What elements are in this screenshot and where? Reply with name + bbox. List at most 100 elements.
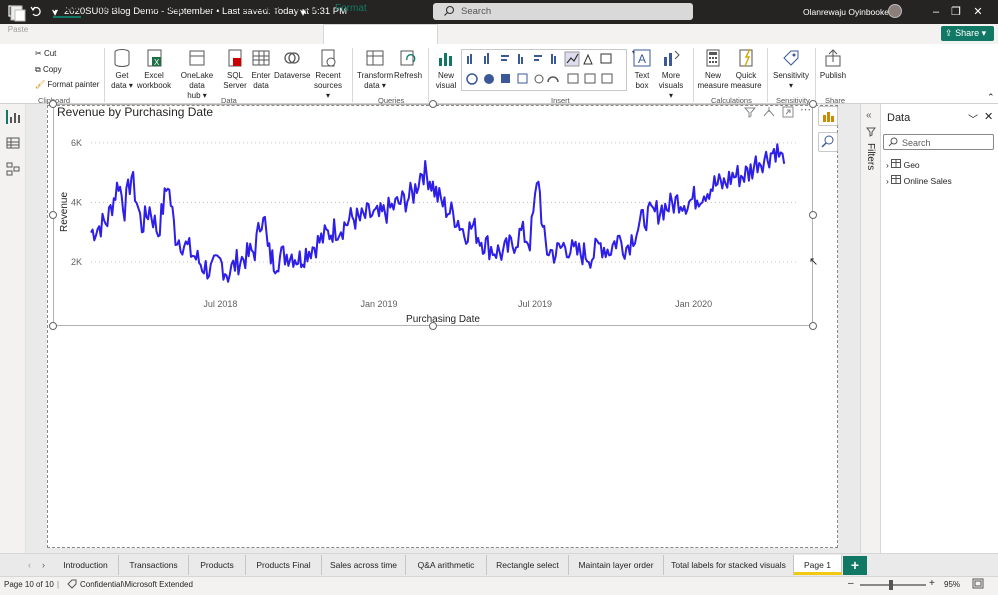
format-visual-button[interactable] (818, 106, 838, 126)
y-tick-label: 2K (71, 257, 82, 267)
visualization-gallery[interactable] (461, 49, 627, 91)
add-page-button[interactable]: + (843, 556, 867, 575)
page-tab[interactable]: Sales across time (322, 555, 406, 575)
close-icon[interactable]: ✕ (984, 110, 993, 123)
page-tab[interactable]: Products (189, 555, 246, 575)
refresh-icon (400, 50, 416, 66)
tab-insert[interactable]: Insert (97, 3, 122, 14)
table-view-icon[interactable] (6, 136, 20, 150)
drill-icon[interactable] (763, 106, 775, 120)
resize-handle-top-left[interactable] (49, 100, 57, 108)
search-placeholder: Search (461, 6, 492, 17)
resize-handle-top[interactable] (429, 100, 437, 108)
ribbon-separator (428, 48, 429, 102)
cut-button[interactable]: ✂ Cut (35, 49, 56, 58)
tab-modeling[interactable]: Modeling (141, 3, 182, 14)
page-tab[interactable]: Rectangle select (487, 555, 569, 575)
transform-data-button[interactable]: Transform data ▾ (357, 48, 393, 91)
page-tab[interactable]: Transactions (119, 555, 189, 575)
transform-icon (366, 50, 384, 66)
title-search-input[interactable]: Search (433, 3, 693, 20)
tab-view[interactable]: View (200, 3, 222, 14)
fit-to-page-icon[interactable] (972, 578, 984, 591)
report-view-icon[interactable] (6, 110, 20, 124)
chevron-down-icon[interactable]: ﹀ (968, 111, 978, 126)
table-online-sales[interactable]: › Online Sales (886, 175, 952, 186)
collapse-filters-icon[interactable]: « (866, 110, 872, 121)
zoom-out-icon[interactable]: – (848, 578, 854, 589)
format-painter-button[interactable]: 🖌 Format painter (35, 80, 99, 89)
recent-sources-button[interactable]: Recent sources ▾ (311, 48, 345, 101)
close-icon[interactable]: ✕ (970, 4, 986, 20)
filter-icon[interactable] (743, 106, 757, 120)
page-tab-active[interactable]: Page 1 (794, 555, 842, 575)
more-visuals-button[interactable]: More visuals ▾ (656, 48, 686, 101)
restore-icon[interactable]: ❐ (948, 4, 964, 20)
share-button[interactable]: ⇪ Share ▾ (941, 26, 994, 41)
sensitivity-status[interactable]: Confidential\Microsoft Extended (80, 580, 193, 589)
page-tab[interactable]: Total labels for stacked visuals (664, 555, 794, 575)
avatar[interactable] (888, 4, 902, 18)
focus-mode-icon[interactable] (782, 106, 794, 120)
prev-page-icon[interactable]: ‹ (28, 560, 31, 570)
model-view-icon[interactable] (6, 162, 20, 176)
tab-home[interactable]: Home (53, 3, 81, 18)
text-box-button[interactable]: A Text box (629, 48, 655, 91)
enter-data-button[interactable]: Enter data (249, 48, 273, 91)
quick-measure-button[interactable]: Quick measure (730, 48, 762, 91)
copy-button[interactable]: ⧉ Copy (35, 65, 62, 75)
new-visual-button[interactable]: New visual (433, 48, 459, 91)
get-data-button[interactable]: Get data ▾ (109, 48, 135, 91)
sensitivity-button[interactable]: Sensitivity ▾ (771, 48, 811, 91)
tab-optimize[interactable]: Optimize (239, 3, 278, 14)
mouse-cursor-icon: ↖ (809, 256, 819, 268)
table-geo[interactable]: › Geo (886, 159, 920, 170)
copy-label: Copy (42, 65, 62, 74)
user-name[interactable]: Olanrewaju Oyinbooke (803, 7, 889, 17)
share-icon: ⇪ (945, 28, 953, 38)
analytics-button[interactable] (818, 132, 838, 152)
chart-title: Revenue by Purchasing Date (57, 105, 214, 119)
svg-text:X: X (154, 58, 160, 67)
next-page-icon[interactable]: › (42, 560, 45, 570)
new-measure-button[interactable]: New measure (697, 48, 729, 91)
collapse-ribbon-icon[interactable]: ⌃ (987, 92, 995, 103)
zoom-slider-thumb[interactable] (889, 580, 893, 590)
sensitivity-label-icon (67, 579, 77, 591)
tab-format[interactable]: Format (335, 3, 367, 14)
paste-button[interactable]: Paste (6, 2, 30, 35)
tab-data-drill[interactable]: Data / Drill (386, 3, 433, 14)
publish-icon (825, 49, 841, 67)
table-icon (891, 175, 902, 184)
publish-button[interactable]: Publish (819, 48, 847, 81)
dataverse-label: Dataverse (274, 71, 311, 80)
y-axis-label: Revenue (59, 192, 70, 232)
onelake-data-hub-button[interactable]: OneLake data hub ▾ (173, 48, 221, 101)
filters-label: Filters (865, 143, 876, 171)
data-search-input[interactable]: Search (883, 134, 994, 150)
x-tick-label: Jul 2019 (518, 299, 552, 309)
refresh-button[interactable]: Refresh (394, 48, 422, 81)
visual-type-icons (466, 51, 613, 85)
page-tab[interactable]: Products Final (246, 555, 322, 575)
table-icon (891, 159, 902, 168)
dataverse-button[interactable]: Dataverse (274, 48, 310, 81)
minimize-icon[interactable]: – (928, 4, 944, 20)
x-tick-label: Jan 2020 (675, 299, 712, 309)
paste-label: Paste (7, 25, 29, 34)
zoom-slider[interactable] (860, 584, 926, 586)
filters-pane[interactable] (860, 104, 881, 576)
tab-help[interactable]: Help (296, 3, 317, 14)
more-options-icon[interactable]: ⋯ (800, 103, 811, 116)
database-icon (114, 49, 130, 67)
excel-workbook-button[interactable]: X Excel workbook (136, 48, 172, 91)
zoom-in-icon[interactable]: + (929, 578, 935, 589)
x-tick-label: Jan 2019 (360, 299, 397, 309)
sql-server-button[interactable]: SQL Server (223, 48, 247, 91)
page-tab[interactable]: Introduction (53, 555, 119, 575)
bar-chart-icon (439, 53, 452, 66)
page-tab[interactable]: Maintain layer order (569, 555, 664, 575)
page-tab[interactable]: Q&A arithmetic (406, 555, 487, 575)
revenue-line[interactable] (90, 143, 786, 283)
magnifier-icon (821, 135, 834, 148)
